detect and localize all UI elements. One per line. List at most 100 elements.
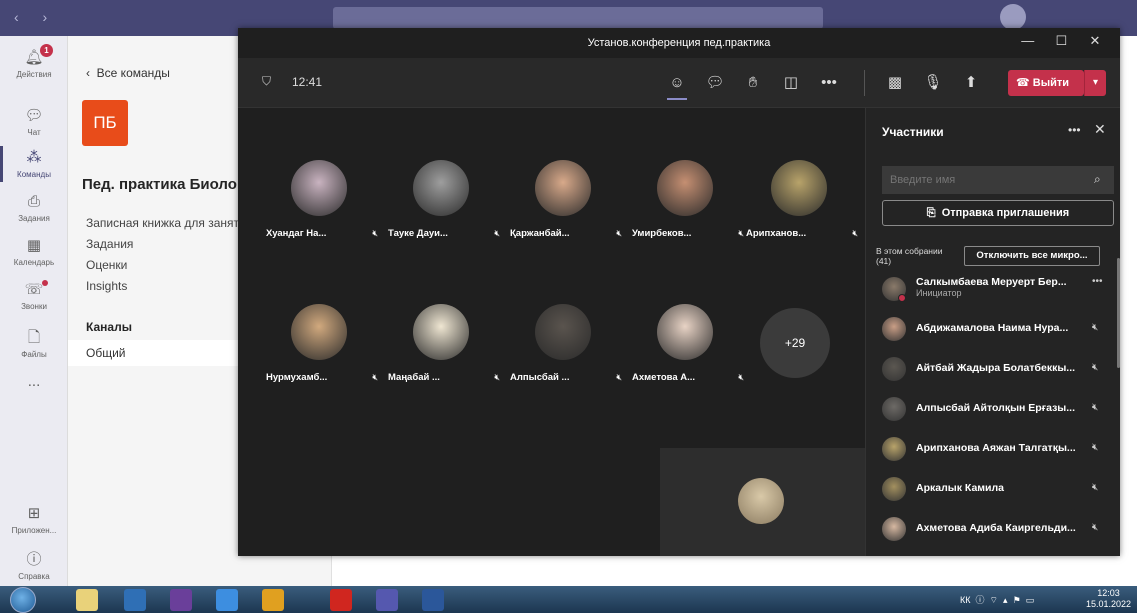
close-button[interactable]: ✕ [1080,33,1110,49]
rooms-icon[interactable]: ◫ [780,72,802,94]
more-participants-button[interactable]: +29 [760,308,830,378]
rail-item-teams[interactable]: ⁂ Команды [0,142,68,188]
chat-icon: 💬︎ [24,107,44,124]
app-rail: 🔔︎ 1 Действия 💬︎ Чат ⁂ Команды ⎙ Задания… [0,36,68,586]
rail-item-more[interactable]: ... [0,366,68,412]
share-screen-icon[interactable]: ⬆ [960,72,982,94]
mic-muted-icon: 🔇︎ [852,228,858,238]
back-to-all-teams[interactable]: ‹ Все команды [86,66,170,80]
tray-arrow-icon[interactable]: ▴ [1003,595,1008,605]
chrome-icon[interactable] [262,589,284,611]
apps-icon: ⊞ [27,505,41,522]
chat-icon[interactable]: 💬︎ [704,72,726,94]
participant-row[interactable]: Айтбай Жадыра Болатбеккы... 🔇︎ [882,354,1112,384]
leave-button[interactable]: ☎ Выйти [1008,70,1084,96]
participants-icon[interactable]: ☺ [666,72,688,100]
participant-tile[interactable]: Алпысбай ... 🔇︎ [502,304,622,414]
rail-item-calendar[interactable]: ▦ Календарь [0,230,68,276]
participant-name: Умирбеков... [632,228,692,239]
minimize-button[interactable]: — [1013,33,1043,48]
visual-studio-icon[interactable] [170,589,192,611]
teams-taskbar-icon[interactable] [376,589,398,611]
assignments-icon: ⎙ [27,193,40,210]
team-link-insights[interactable]: Insights [86,279,127,293]
self-view[interactable] [660,448,865,556]
mic-muted-icon: 🔇︎ [494,372,500,382]
battery-icon[interactable]: ▭ [1026,595,1035,605]
rail-item-assignments[interactable]: ⎙ Задания [0,186,68,232]
participant-tile[interactable]: Қаржанбай... 🔇︎ [502,160,622,270]
windows-taskbar: КК ⓘ ⌔ ▴ ⚑ ▭ 12:03 15.01.2022 [0,586,1137,613]
start-button[interactable] [10,587,36,613]
back-label: Все команды [96,66,170,80]
explorer-icon[interactable] [76,589,98,611]
ie-icon[interactable] [216,589,238,611]
participant-row[interactable]: Салкымбаева Меруерт Бер... Инициатор ••• [882,274,1112,304]
participant-name: Алпысбай Айтолқын Ерғазы... [916,402,1076,414]
participant-tile[interactable]: Арипханов... 🔇︎ [738,160,858,270]
shield-icon: ⛉ [262,74,272,88]
rail-item-calls[interactable]: ☏ Звонки [0,274,68,320]
team-link-assignments[interactable]: Задания [86,237,133,251]
flag-icon[interactable]: ⚑ [1013,595,1021,605]
meeting-window: Установ.конференция пед.практика — ☐ ✕ ⛉… [238,28,1120,556]
mute-all-button[interactable]: Отключить все микро... [964,246,1100,266]
team-link-notebook[interactable]: Записная книжка для заняти [86,216,246,230]
participant-tile[interactable]: Ахметова А... 🔇︎ [624,304,744,414]
yandex-icon[interactable] [330,589,352,611]
rail-item-activity[interactable]: 🔔︎ 1 Действия [0,42,68,88]
participant-tile[interactable]: Маңабай ... 🔇︎ [380,304,500,414]
participant-tile[interactable]: Нурмухамб... 🔇︎ [258,304,378,414]
maximize-button[interactable]: ☐ [1046,33,1076,49]
rail-label: Приложен... [11,526,57,535]
mic-muted-icon: 🔇︎ [1092,362,1099,373]
teams-search-bar[interactable] [333,7,823,29]
camera-off-icon[interactable]: ▩ [884,72,906,94]
help-tray-icon[interactable]: ⓘ [976,595,985,605]
panel-scrollbar[interactable] [1117,258,1120,368]
teams-icon: ⁂ [26,149,42,166]
participant-row[interactable]: Абдижамалова Наима Нура... 🔇︎ [882,314,1112,344]
section-label: В этом собрании [876,246,943,256]
rail-item-apps[interactable]: ⊞ Приложен... [0,498,68,544]
rail-item-help[interactable]: ⓘ Справка [0,544,68,590]
team-name: Пед. практика Биоло [82,176,237,193]
help-icon: ⓘ [26,551,42,568]
participant-name: Ахметова А... [632,372,696,383]
send-invite-button[interactable]: ⎘ Отправка приглашения [882,200,1114,226]
taskbar-clock[interactable]: 12:03 15.01.2022 [1086,588,1131,610]
team-avatar: ПБ [82,100,128,146]
mic-icon[interactable]: 🎙︎ [922,72,944,94]
participant-avatar [657,304,713,360]
participant-row[interactable]: Аркалык Камила 🔇︎ [882,474,1112,504]
participant-avatar [413,160,469,216]
reactions-icon[interactable]: ✋︎ [742,72,764,94]
in-meeting-section[interactable]: В этом собрании (41) [876,246,962,266]
nav-arrows-icon[interactable]: ‹ › [14,9,57,25]
word-icon[interactable] [422,589,444,611]
panel-close-icon[interactable]: ✕ [1094,121,1106,138]
language-indicator[interactable]: КК [960,595,971,605]
participant-tile[interactable]: Умирбеков... 🔇︎ [624,160,744,270]
leave-dropdown-button[interactable]: ▾ [1084,70,1106,96]
rail-item-chat[interactable]: 💬︎ Чат [0,100,68,146]
clock-date: 15.01.2022 [1086,599,1132,609]
rail-label: Файлы [21,350,47,359]
network-icon[interactable]: ⌔ [990,595,998,605]
rail-item-files[interactable]: 🗋︎ Файлы [0,322,68,368]
user-avatar[interactable] [1000,4,1026,30]
more-actions-icon[interactable]: ••• [818,72,840,94]
more-options-icon[interactable]: ••• [1092,276,1103,287]
participant-search-input[interactable] [882,166,1114,194]
participant-tile[interactable]: Хуандаг На... 🔇︎ [258,160,378,270]
participant-row[interactable]: Ахметова Адиба Каиргельди... 🔇︎ [882,514,1112,544]
phone-icon: ☏ [24,281,44,298]
team-link-grades[interactable]: Оценки [86,258,127,272]
participant-name: Қаржанбай... [510,228,570,239]
participant-row[interactable]: Арипханова Аяжан Талгатқы... 🔇︎ [882,434,1112,464]
media-player-icon[interactable] [124,589,146,611]
participant-tile[interactable]: Тауке Дауи... 🔇︎ [380,160,500,270]
panel-more-icon[interactable]: ••• [1068,123,1081,137]
rail-label: Справка [18,572,50,581]
participant-row[interactable]: Алпысбай Айтолқын Ерғазы... 🔇︎ [882,394,1112,424]
